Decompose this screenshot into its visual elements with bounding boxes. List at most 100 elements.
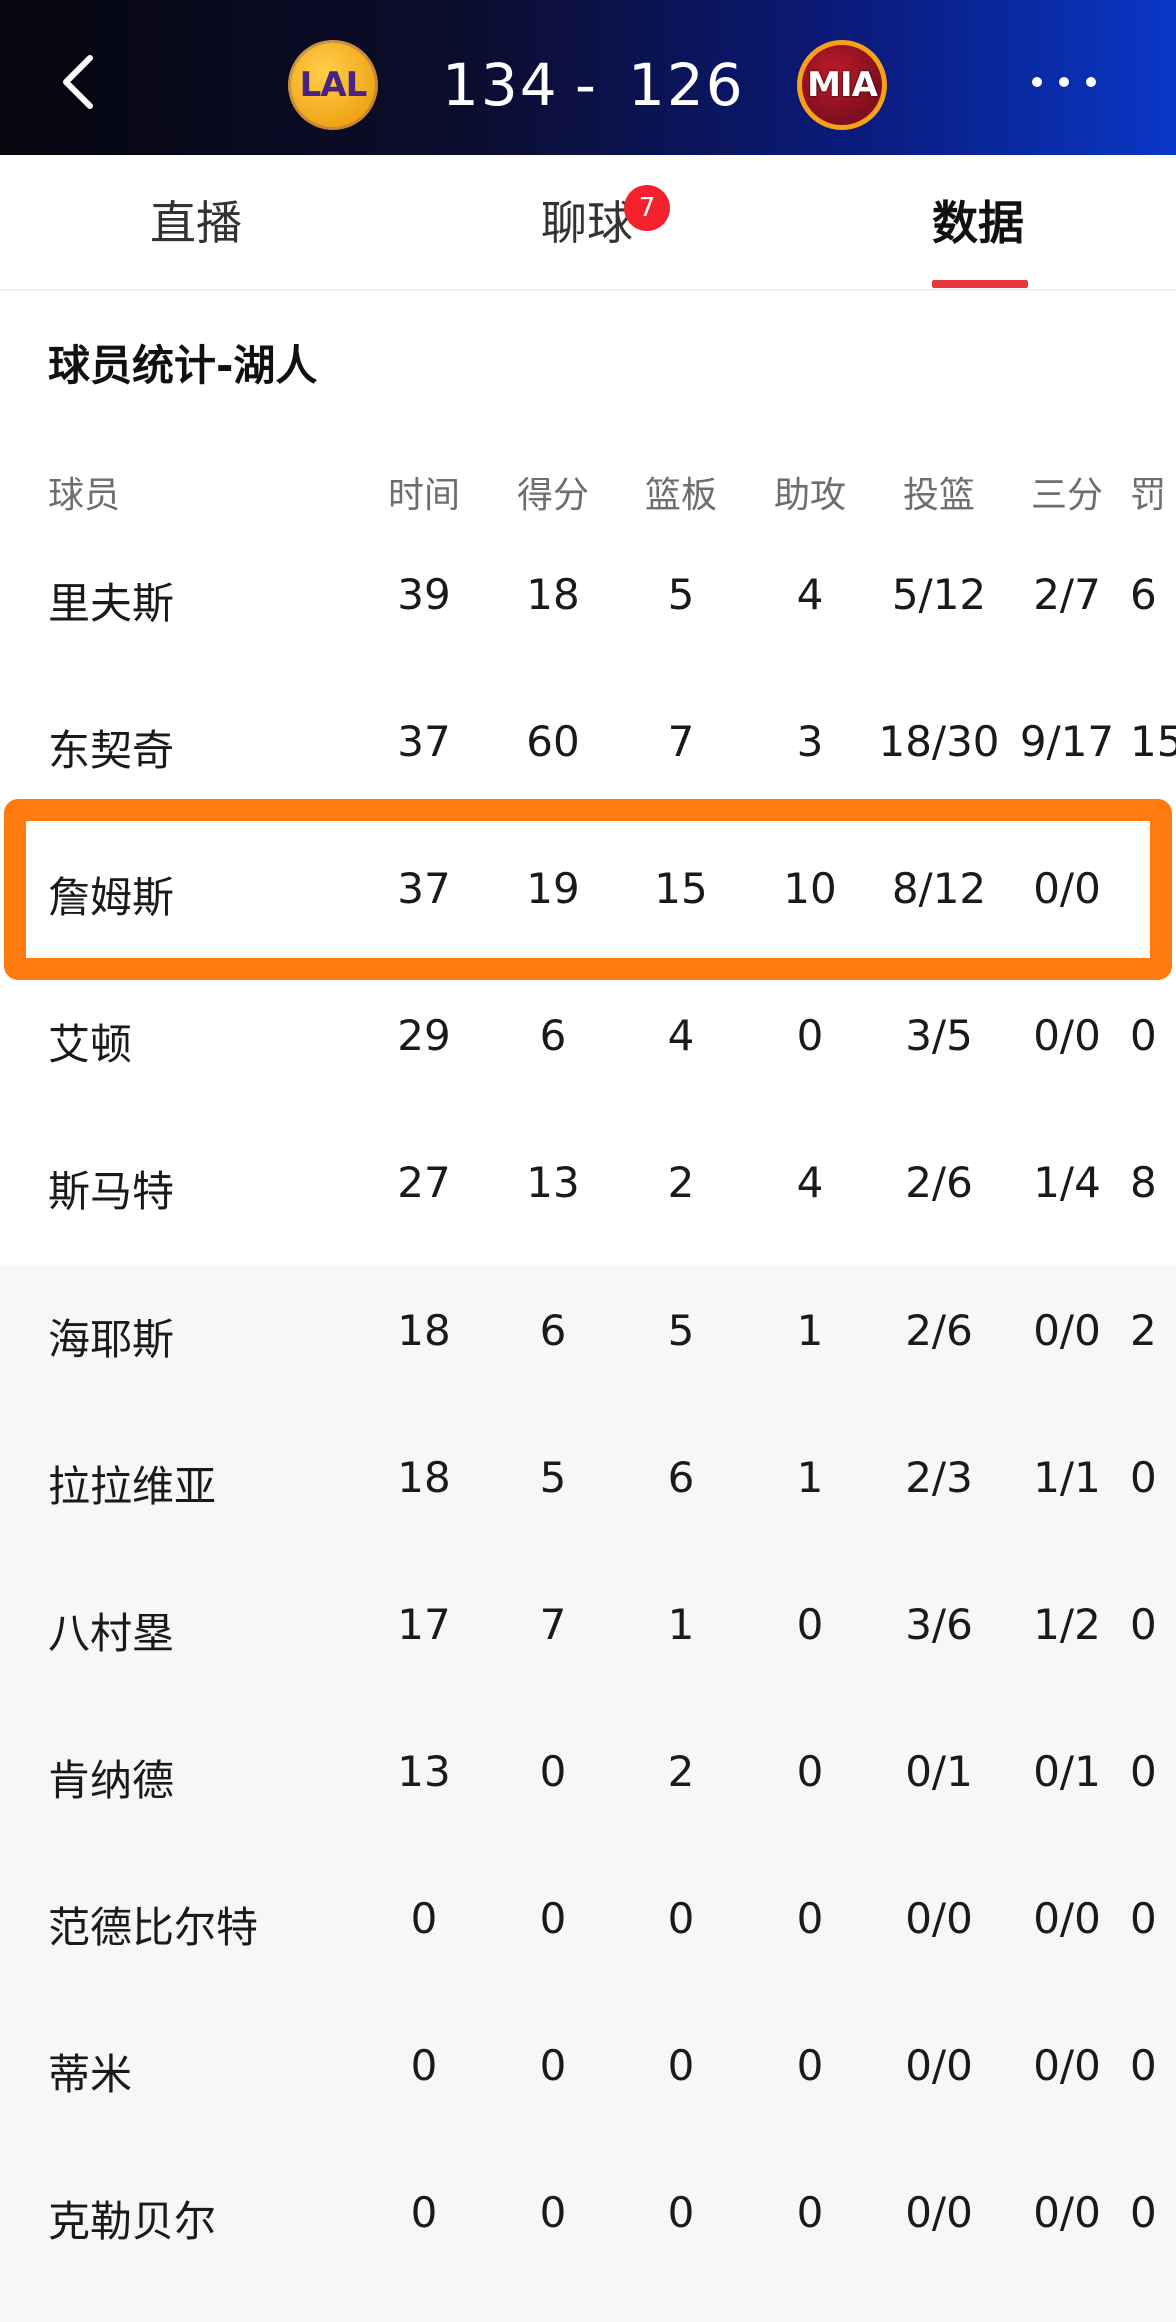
table-row[interactable]: 克勒贝尔 0 0 0 0 0/0 0/0 0 xyxy=(0,2148,1176,2322)
stat-minutes: 0 xyxy=(410,2041,438,2090)
stat-rebounds: 2 xyxy=(667,1158,695,1207)
stat-rebounds: 6 xyxy=(667,1453,695,1502)
stat-assists: 0 xyxy=(796,1600,824,1649)
column-header-rebounds[interactable]: 篮板 xyxy=(617,466,745,518)
stat-three-pointers: 2/7 xyxy=(1033,570,1101,619)
stat-assists: 0 xyxy=(796,1011,824,1060)
more-dot-icon xyxy=(1059,77,1069,87)
table-row[interactable]: 斯马特 27 13 2 4 2/6 1/4 8 xyxy=(0,1118,1176,1265)
table-row[interactable]: 拉拉维亚 18 5 6 1 2/3 1/1 0 xyxy=(0,1413,1176,1560)
column-header-player: 球员 xyxy=(48,475,121,516)
stat-field-goals: 3/5 xyxy=(905,1011,973,1060)
column-header-field-goals[interactable]: 投篮 xyxy=(875,466,1003,518)
column-header-points[interactable]: 得分 xyxy=(489,466,617,518)
stat-free-throws: 0 xyxy=(1130,1011,1157,1060)
stat-minutes: 39 xyxy=(397,570,451,619)
stat-field-goals: 0/0 xyxy=(905,1894,973,1943)
heat-logo[interactable]: MIA xyxy=(797,40,887,130)
stat-rebounds: 5 xyxy=(667,570,695,619)
stat-rebounds: 5 xyxy=(667,1306,695,1355)
stat-field-goals: 0/0 xyxy=(905,2041,973,2090)
stat-field-goals: 2/6 xyxy=(905,1306,973,1355)
stat-assists: 1 xyxy=(796,1306,824,1355)
table-row[interactable]: 东契奇 37 60 7 3 18/30 9/17 15 xyxy=(0,677,1176,824)
stat-minutes: 27 xyxy=(397,1158,451,1207)
stat-rebounds: 0 xyxy=(667,1894,695,1943)
tab-chat[interactable]: 聊球 xyxy=(541,187,633,250)
stat-field-goals: 0/1 xyxy=(905,1747,973,1796)
table-row[interactable]: 海耶斯 18 6 5 1 2/6 0/0 2 xyxy=(0,1266,1176,1413)
back-button[interactable] xyxy=(52,52,112,112)
stat-points: 6 xyxy=(539,1306,567,1355)
column-header-three-pointers[interactable]: 三分 xyxy=(1003,466,1131,518)
stat-free-throws: 8 xyxy=(1130,1158,1157,1207)
stat-assists: 4 xyxy=(796,570,824,619)
stat-free-throws: 0 xyxy=(1130,2041,1157,2090)
table-row-highlighted[interactable]: 詹姆斯 37 19 15 10 8/12 0/0 xyxy=(0,824,1176,971)
stat-rebounds: 1 xyxy=(667,1600,695,1649)
stat-three-pointers: 0/0 xyxy=(1033,2188,1101,2237)
stat-free-throws: 15 xyxy=(1130,717,1176,766)
stat-points: 19 xyxy=(526,864,580,913)
table-row[interactable]: 蒂米 0 0 0 0 0/0 0/0 0 xyxy=(0,2001,1176,2148)
more-dot-icon xyxy=(1032,77,1042,87)
stat-rebounds: 7 xyxy=(667,717,695,766)
stat-points: 60 xyxy=(526,717,580,766)
stat-minutes: 0 xyxy=(410,2188,438,2237)
stat-three-pointers: 0/0 xyxy=(1033,2041,1101,2090)
stat-free-throws: 6 xyxy=(1130,570,1157,619)
stat-three-pointers: 0/0 xyxy=(1033,1306,1101,1355)
stat-free-throws: 0 xyxy=(1130,1894,1157,1943)
lakers-logo-text: LAL xyxy=(299,65,368,105)
player-name: 艾顿 xyxy=(48,1020,133,1069)
stat-minutes: 37 xyxy=(397,717,451,766)
column-header-minutes[interactable]: 时间 xyxy=(360,466,488,518)
table-row[interactable]: 肯纳德 13 0 2 0 0/1 0/1 0 xyxy=(0,1707,1176,1854)
stat-field-goals: 2/6 xyxy=(905,1158,973,1207)
tab-data[interactable]: 数据 xyxy=(932,187,1024,250)
stats-table-header: 球员 时间 得分 篮板 助攻 投篮 三分 罚 xyxy=(0,440,1176,540)
more-dot-icon xyxy=(1086,77,1096,87)
more-options-button[interactable] xyxy=(1032,70,1096,94)
section-title: 球员统计-湖人 xyxy=(48,341,318,390)
stat-field-goals: 18/30 xyxy=(878,717,1000,766)
stat-assists: 3 xyxy=(796,717,824,766)
player-name: 东契奇 xyxy=(48,726,175,775)
player-name: 斯马特 xyxy=(48,1167,175,1216)
player-name: 范德比尔特 xyxy=(48,1903,259,1952)
stat-assists: 0 xyxy=(796,2188,824,2237)
stat-free-throws: 0 xyxy=(1130,1600,1157,1649)
stat-assists: 1 xyxy=(796,1453,824,1502)
stat-three-pointers: 0/0 xyxy=(1033,1894,1101,1943)
stat-assists: 0 xyxy=(796,2041,824,2090)
tab-live[interactable]: 直播 xyxy=(150,187,242,250)
stat-three-pointers: 0/0 xyxy=(1033,864,1101,913)
stat-minutes: 17 xyxy=(397,1600,451,1649)
stat-minutes: 0 xyxy=(410,1894,438,1943)
stat-three-pointers: 1/4 xyxy=(1033,1158,1101,1207)
player-name: 拉拉维亚 xyxy=(48,1462,217,1511)
stat-field-goals: 0/0 xyxy=(905,2188,973,2237)
table-row[interactable]: 艾顿 29 6 4 0 3/5 0/0 0 xyxy=(0,971,1176,1118)
heat-logo-text: MIA xyxy=(807,65,878,105)
stat-three-pointers: 1/2 xyxy=(1033,1600,1101,1649)
stat-field-goals: 2/3 xyxy=(905,1453,973,1502)
column-header-assists[interactable]: 助攻 xyxy=(746,466,874,518)
table-row[interactable]: 八村塁 17 7 1 0 3/6 1/2 0 xyxy=(0,1560,1176,1707)
stat-assists: 10 xyxy=(783,864,837,913)
player-name: 蒂米 xyxy=(48,2050,133,2099)
stat-free-throws: 0 xyxy=(1130,1747,1157,1796)
stat-rebounds: 2 xyxy=(667,1747,695,1796)
back-arrow-icon xyxy=(63,55,93,109)
player-name: 海耶斯 xyxy=(48,1315,175,1364)
table-row[interactable]: 范德比尔特 0 0 0 0 0/0 0/0 0 xyxy=(0,1854,1176,2001)
table-row[interactable]: 里夫斯 39 18 5 4 5/12 2/7 6 xyxy=(0,530,1176,677)
stat-assists: 4 xyxy=(796,1158,824,1207)
stat-minutes: 37 xyxy=(397,864,451,913)
stat-points: 0 xyxy=(539,2188,567,2237)
stat-minutes: 29 xyxy=(397,1011,451,1060)
lakers-logo[interactable]: LAL xyxy=(288,40,378,130)
column-header-free-throws[interactable]: 罚 xyxy=(1130,466,1166,518)
stat-points: 0 xyxy=(539,2041,567,2090)
stat-field-goals: 3/6 xyxy=(905,1600,973,1649)
